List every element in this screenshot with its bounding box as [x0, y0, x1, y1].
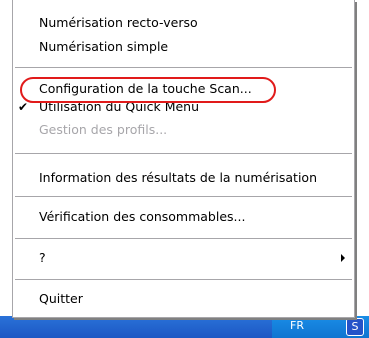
- menu-separator: [15, 196, 352, 197]
- menu-separator: [15, 279, 352, 280]
- menu-item-label: Information des résultats de la numérisa…: [39, 170, 317, 185]
- menu-item-label: Vérification des consommables...: [39, 209, 246, 224]
- menu-item-simplex-scan[interactable]: Numérisation simple: [13, 37, 354, 57]
- menu-item-scan-button-config[interactable]: Configuration de la touche Scan...: [13, 79, 354, 99]
- menu-item-label: Utilisation du Quick Menu: [39, 99, 200, 114]
- language-indicator[interactable]: FR: [290, 319, 304, 332]
- menu-item-label: Numérisation simple: [39, 39, 169, 54]
- scanner-tray-icon[interactable]: S: [346, 318, 364, 336]
- menu-item-label: Numérisation recto-verso: [39, 15, 198, 30]
- menu-item-scan-results-info[interactable]: Information des résultats de la numérisa…: [13, 168, 354, 188]
- menu-separator: [15, 67, 352, 68]
- menu-item-quit[interactable]: Quitter: [13, 289, 354, 309]
- submenu-arrow-icon: [341, 254, 345, 262]
- menu-item-quick-menu[interactable]: ✔ Utilisation du Quick Menu: [13, 97, 354, 117]
- menu-item-duplex-scan[interactable]: Numérisation recto-verso: [13, 13, 354, 33]
- menu-item-profile-management: Gestion des profils...: [13, 120, 354, 140]
- menu-separator: [15, 238, 352, 239]
- menu-item-label: ?: [39, 250, 46, 265]
- menu-item-label: Quitter: [39, 291, 83, 306]
- menu-separator: [15, 153, 352, 154]
- context-menu: Numérisation recto-verso Numérisation si…: [12, 0, 355, 318]
- checkmark-icon: ✔: [18, 100, 29, 114]
- menu-item-label: Configuration de la touche Scan...: [39, 81, 252, 96]
- menu-item-consumables-check[interactable]: Vérification des consommables...: [13, 207, 354, 227]
- menu-item-label: Gestion des profils...: [39, 122, 168, 137]
- menu-item-help[interactable]: ?: [13, 248, 354, 268]
